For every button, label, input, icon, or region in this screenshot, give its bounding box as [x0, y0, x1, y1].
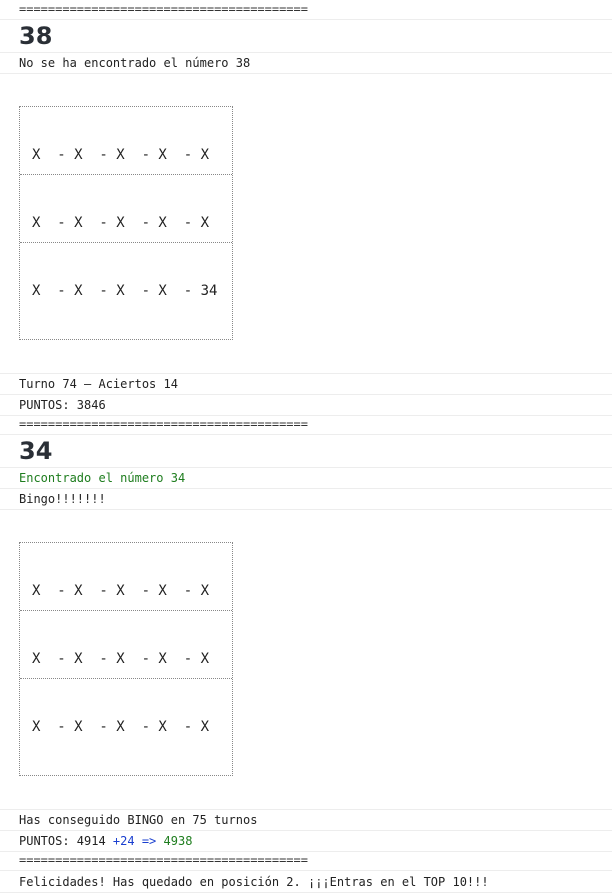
bingo-card-container: X - X - X - X - X X - X - X - X - X X - … [0, 510, 612, 810]
points-added: +24 [112, 834, 135, 848]
bingo-card: X - X - X - X - X X - X - X - X - X X - … [19, 106, 233, 340]
drawn-number: 34 [0, 435, 612, 468]
points-line: PUNTOS: 3846 [0, 395, 612, 416]
console-output: ========================================… [0, 0, 612, 893]
bingo-message: Bingo!!!!!!! [0, 489, 612, 510]
drawn-number: 38 [0, 20, 612, 53]
card-row: X - X - X - X - X [20, 135, 232, 175]
bingo-summary: Has conseguido BINGO en 75 turnos [0, 810, 612, 831]
points-line: PUNTOS: 4914 +24 => 4938 [0, 831, 612, 852]
separator-line: ======================================== [0, 0, 612, 20]
final-message: Felicidades! Has quedado en posición 2. … [0, 871, 612, 893]
bingo-card: X - X - X - X - X X - X - X - X - X X - … [19, 542, 233, 776]
separator-line: ======================================== [0, 416, 612, 435]
card-row: X - X - X - X - X [32, 719, 210, 735]
points-arrow: => [134, 834, 164, 848]
card-row: X - X - X - X - X [20, 639, 232, 679]
turn-status: Turno 74 — Aciertos 14 [0, 374, 612, 395]
points-prefix: PUNTOS: 4914 [19, 834, 113, 848]
bingo-card-container: X - X - X - X - X X - X - X - X - X X - … [0, 74, 612, 374]
points-total: 4938 [163, 834, 193, 848]
separator-line: ======================================== [0, 852, 612, 871]
card-row: X - X - X - X - X [20, 571, 232, 611]
found-message: Encontrado el número 34 [0, 468, 612, 489]
card-row: X - X - X - X - 34 [32, 283, 218, 299]
not-found-message: No se ha encontrado el número 38 [0, 53, 612, 74]
card-row: X - X - X - X - X [20, 203, 232, 243]
